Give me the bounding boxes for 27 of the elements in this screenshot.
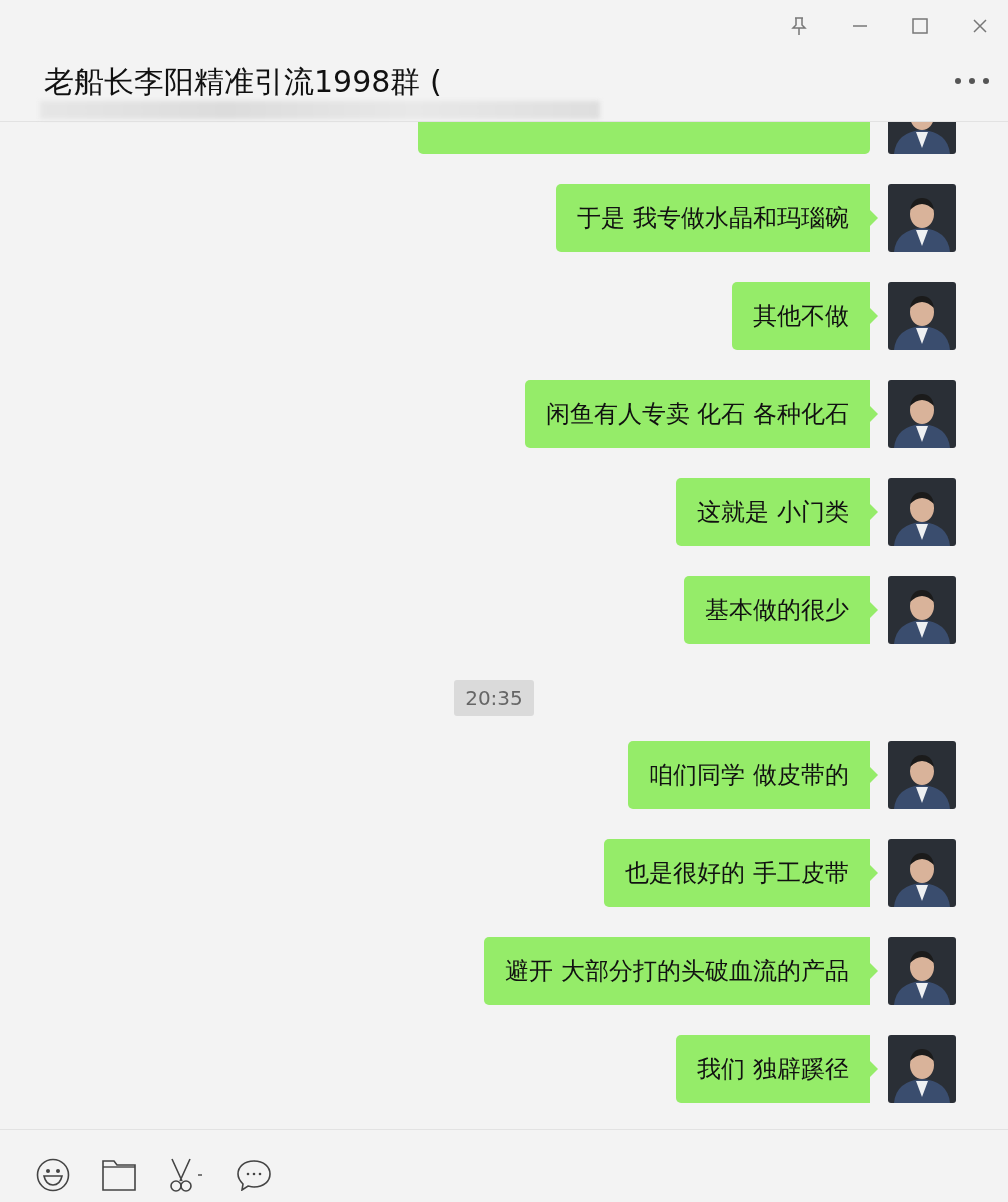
avatar-icon (888, 576, 956, 644)
message-bubble: 咱们同学 做皮带的 (628, 741, 878, 809)
avatar-icon (888, 1035, 956, 1103)
window-title: 老船长李阳精准引流1998群 ( (44, 64, 442, 99)
avatar-icon (888, 478, 956, 546)
more-icon[interactable] (954, 76, 990, 86)
folder-icon[interactable] (102, 1159, 136, 1191)
chat-bubble-icon[interactable] (236, 1159, 272, 1191)
emoji-icon[interactable] (36, 1158, 70, 1192)
avatar-icon (888, 184, 956, 252)
avatar-icon (888, 380, 956, 448)
avatar-icon (888, 937, 956, 1005)
avatar-icon (888, 839, 956, 907)
message-bubble: 我们 独辟蹊径 (676, 1035, 878, 1103)
message-bubble: 也是很好的 手工皮带 (604, 839, 878, 907)
scissors-icon[interactable] (168, 1158, 204, 1192)
avatar-icon (888, 741, 956, 809)
pin-icon[interactable] (790, 16, 808, 36)
message-bubble: 这就是 小门类 (676, 478, 878, 546)
timestamp: 20:35 (454, 680, 534, 716)
message-bubble: 其他不做 (732, 282, 878, 350)
maximize-icon[interactable] (912, 16, 928, 36)
message-bubble: 闲鱼有人专卖 化石 各种化石 (524, 380, 878, 448)
avatar-icon (888, 282, 956, 350)
message-bubble: 于是 我专做水晶和玛瑙碗 (556, 184, 878, 252)
message-bubble: 避开 大部分打的头破血流的产品 (484, 937, 878, 1005)
message-bubble: 基本做的很少 (684, 576, 878, 644)
